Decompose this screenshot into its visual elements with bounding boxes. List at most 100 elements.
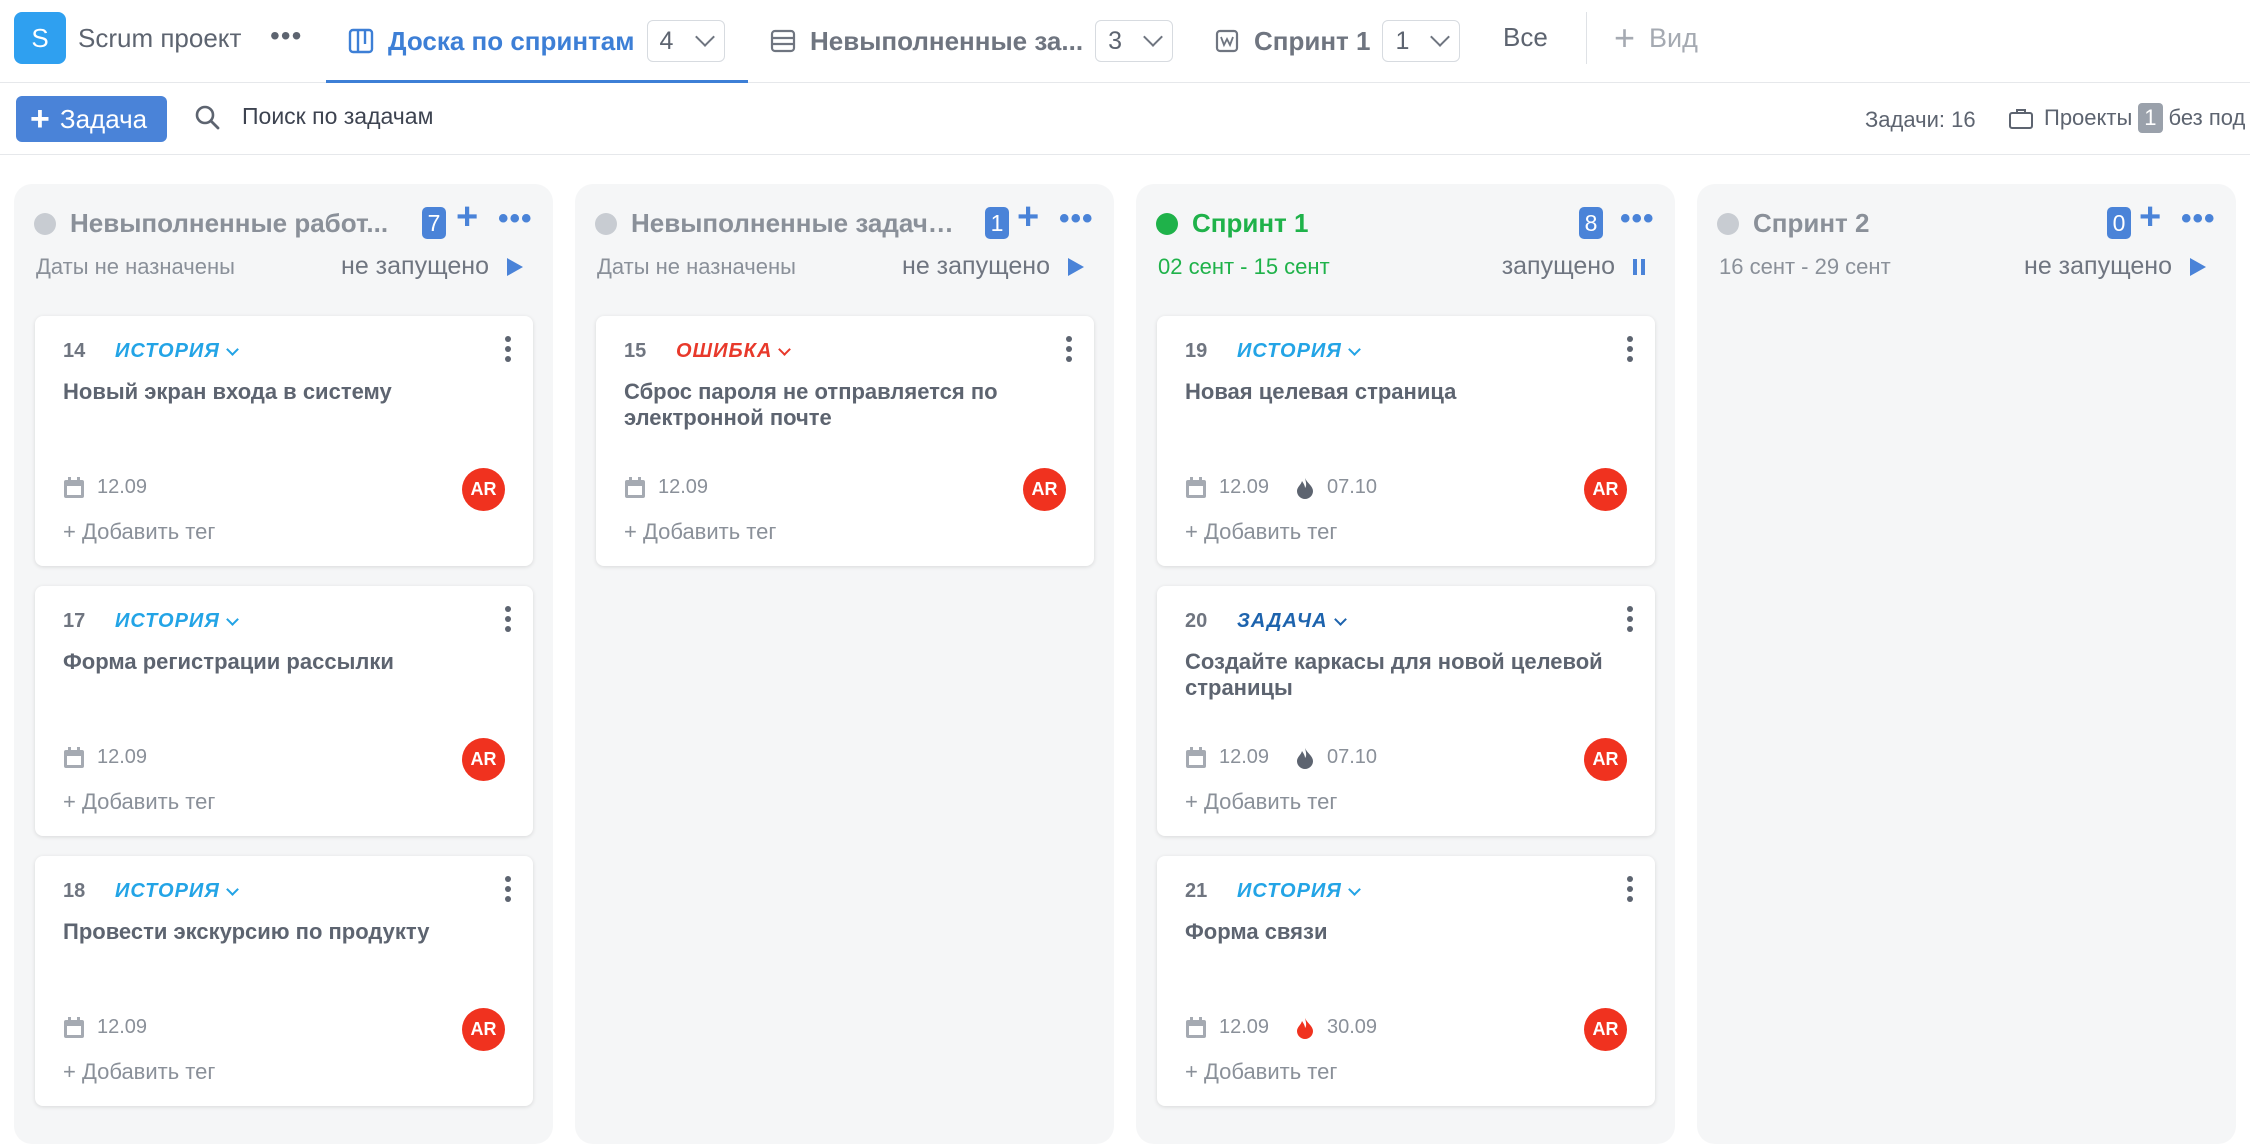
column-status[interactable]: не запущено	[341, 252, 523, 281]
add-card-button[interactable]: +	[2139, 198, 2161, 236]
card-menu-icon[interactable]	[505, 336, 511, 362]
card-menu-icon[interactable]	[1627, 876, 1633, 902]
tab-count-dropdown[interactable]: 1	[1382, 20, 1461, 62]
column-title[interactable]: Невыполненные работ...	[70, 208, 388, 239]
add-card-button[interactable]: +	[1017, 198, 1039, 236]
add-tag-link[interactable]: + Добавить тег	[1185, 1059, 1337, 1085]
due-date[interactable]: 12.09	[1185, 746, 1269, 769]
tab-sprint-board[interactable]: Доска по спринтам 4	[326, 0, 748, 83]
assignee-avatar[interactable]: AR	[462, 738, 505, 781]
assignee-avatar[interactable]: AR	[1584, 1008, 1627, 1051]
tab-all[interactable]: Все	[1503, 22, 1548, 53]
column-title[interactable]: Невыполненные задачи...	[631, 208, 961, 239]
assignee-avatar[interactable]: AR	[1584, 738, 1627, 781]
task-title[interactable]: Форма регистрации рассылки	[63, 649, 483, 675]
task-title[interactable]: Новая целевая страница	[1185, 379, 1605, 405]
column-title[interactable]: Спринт 2	[1753, 208, 1869, 239]
card-menu-icon[interactable]	[1627, 606, 1633, 632]
task-type-dropdown[interactable]: ИСТОРИЯ	[1237, 880, 1361, 903]
task-title[interactable]: Создайте каркасы для новой целевой стран…	[1185, 649, 1605, 701]
tab-count-value: 3	[1108, 26, 1122, 55]
column-status[interactable]: запущено	[1502, 252, 1645, 281]
task-title[interactable]: Провести экскурсию по продукту	[63, 919, 483, 945]
search-field[interactable]: Поиск по задачам	[194, 103, 433, 130]
add-tag-link[interactable]: + Добавить тег	[1185, 519, 1337, 545]
due-date[interactable]: 12.09	[624, 476, 708, 499]
task-card[interactable]: 18 ИСТОРИЯ Провести экскурсию по продукт…	[35, 856, 533, 1106]
column-status[interactable]: не запущено	[902, 252, 1084, 281]
due-date[interactable]: 12.09	[63, 746, 147, 769]
column-more-icon[interactable]: •••	[1620, 202, 1655, 236]
play-icon[interactable]	[2190, 257, 2206, 276]
add-view-button[interactable]: + Вид	[1614, 20, 1698, 56]
chevron-down-icon	[694, 27, 715, 47]
project-more-icon[interactable]: •••	[270, 20, 302, 52]
add-tag-link[interactable]: + Добавить тег	[63, 789, 215, 815]
estimate-value: 30.09	[1327, 1016, 1378, 1038]
task-type-label: ОШИБКА	[676, 340, 773, 362]
tab-backlog[interactable]: Невыполненные за... 3	[768, 0, 1174, 82]
tab-count-dropdown[interactable]: 3	[1095, 20, 1174, 62]
estimate[interactable]: 07.10	[1295, 476, 1377, 499]
play-icon[interactable]	[507, 257, 523, 276]
projects-count-badge: 1	[2138, 103, 2163, 133]
task-type-dropdown[interactable]: ИСТОРИЯ	[1237, 340, 1361, 363]
task-card[interactable]: 20 ЗАДАЧА Создайте каркасы для новой цел…	[1157, 586, 1655, 836]
task-type-label: ИСТОРИЯ	[115, 340, 220, 362]
task-card[interactable]: 19 ИСТОРИЯ Новая целевая страница 12.09 …	[1157, 316, 1655, 566]
chevron-down-icon	[226, 882, 239, 896]
add-tag-link[interactable]: + Добавить тег	[63, 1059, 215, 1085]
project-avatar[interactable]: S	[14, 12, 66, 64]
task-title[interactable]: Сброс пароля не отправляется по электрон…	[624, 379, 1044, 431]
add-tag-link[interactable]: + Добавить тег	[63, 519, 215, 545]
due-date[interactable]: 12.09	[1185, 476, 1269, 499]
add-card-button[interactable]: +	[456, 198, 478, 236]
assignee-avatar[interactable]: AR	[462, 1008, 505, 1051]
add-tag-link[interactable]: + Добавить тег	[1185, 789, 1337, 815]
card-menu-icon[interactable]	[1066, 336, 1072, 362]
task-type-dropdown[interactable]: ИСТОРИЯ	[115, 610, 239, 633]
task-card[interactable]: 21 ИСТОРИЯ Форма связи 12.09 30.09 AR + …	[1157, 856, 1655, 1106]
estimate[interactable]: 30.09	[1295, 1016, 1377, 1039]
task-title[interactable]: Форма связи	[1185, 919, 1605, 945]
add-task-button[interactable]: + Задача	[16, 96, 167, 142]
play-icon[interactable]	[1068, 257, 1084, 276]
task-card[interactable]: 14 ИСТОРИЯ Новый экран входа в систему 1…	[35, 316, 533, 566]
column-header: Невыполненные задачи... 1 + ••• Даты не …	[575, 184, 1114, 304]
due-date[interactable]: 12.09	[1185, 1016, 1269, 1039]
task-type-dropdown[interactable]: ЗАДАЧА	[1237, 610, 1347, 633]
task-card[interactable]: 17 ИСТОРИЯ Форма регистрации рассылки 12…	[35, 586, 533, 836]
task-card[interactable]: 15 ОШИБКА Сброс пароля не отправляется п…	[596, 316, 1094, 566]
assignee-avatar[interactable]: AR	[1584, 468, 1627, 511]
column-more-icon[interactable]: •••	[498, 202, 533, 236]
card-menu-icon[interactable]	[505, 876, 511, 902]
due-date[interactable]: 12.09	[63, 476, 147, 499]
column-dates: 16 сент - 29 сент	[1719, 254, 1891, 279]
calendar-icon	[1186, 476, 1206, 498]
due-date[interactable]: 12.09	[63, 1016, 147, 1039]
estimate-value: 07.10	[1327, 476, 1378, 498]
tab-label: Доска по спринтам	[388, 25, 635, 56]
column-title[interactable]: Спринт 1	[1192, 208, 1308, 239]
search-input[interactable]: Поиск по задачам	[242, 103, 433, 130]
assignee-avatar[interactable]: AR	[462, 468, 505, 511]
column-more-icon[interactable]: •••	[2181, 202, 2216, 236]
assignee-avatar[interactable]: AR	[1023, 468, 1066, 511]
projects-filter[interactable]: Проекты 1 без под	[2008, 103, 2245, 133]
project-name[interactable]: Scrum проект	[78, 23, 241, 54]
task-type-dropdown[interactable]: ИСТОРИЯ	[115, 340, 239, 363]
tab-count-dropdown[interactable]: 4	[646, 20, 725, 62]
card-menu-icon[interactable]	[505, 606, 511, 632]
add-tag-link[interactable]: + Добавить тег	[624, 519, 776, 545]
task-type-dropdown[interactable]: ИСТОРИЯ	[115, 880, 239, 903]
status-dot	[595, 213, 617, 235]
column-status[interactable]: не запущено	[2024, 252, 2206, 281]
chevron-down-icon	[226, 612, 239, 626]
column-more-icon[interactable]: •••	[1059, 202, 1094, 236]
tab-sprint-1[interactable]: Спринт 1 1	[1212, 0, 1461, 82]
card-menu-icon[interactable]	[1627, 336, 1633, 362]
estimate[interactable]: 07.10	[1295, 746, 1377, 769]
pause-icon[interactable]	[1633, 258, 1645, 275]
task-type-dropdown[interactable]: ОШИБКА	[676, 340, 792, 363]
task-title[interactable]: Новый экран входа в систему	[63, 379, 483, 405]
